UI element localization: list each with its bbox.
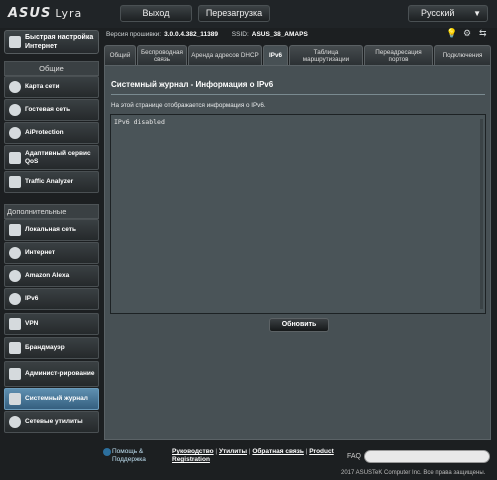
firmware-info: Версия прошивки: 3.0.0.4.382_11389 SSID: A…	[106, 31, 308, 38]
main-panel: Системный журнал - Информация о IPv6 На …	[104, 65, 491, 440]
utilities-link[interactable]: Утилиты	[219, 448, 247, 455]
copyright: 2017 ASUSTeK Computer Inc. Все права защ…	[341, 470, 486, 476]
brand-name: ASUS	[8, 6, 52, 21]
sidebar-item-label: Брандмауэр	[25, 344, 65, 351]
sidebar-item-alexa[interactable]: Amazon Alexa	[4, 265, 99, 287]
tab-port-forwarding[interactable]: Переадресация портов	[364, 45, 433, 65]
quick-setup-label: Быстрая настройка Интернет	[25, 34, 94, 50]
log-text: IPv6 disabled	[114, 118, 165, 126]
question-icon	[103, 448, 111, 456]
ipv6-icon	[9, 293, 21, 305]
sidebar-item-label: VPN	[25, 320, 39, 327]
sidebar-item-label: Гостевая сеть	[25, 106, 71, 113]
usb-icon[interactable]: ⇆	[479, 28, 487, 39]
faq-label: FAQ	[347, 453, 362, 460]
sidebar-item-label: Amazon Alexa	[25, 272, 70, 279]
administration-icon	[9, 368, 21, 380]
feedback-link[interactable]: Обратная связь	[252, 448, 304, 455]
product-registration-link-2[interactable]: Registration	[172, 456, 210, 463]
sidebar-item-system-log[interactable]: Системный журнал	[4, 388, 99, 410]
notification-icon[interactable]: 💡	[446, 28, 457, 39]
chevron-down-icon: ▼	[473, 9, 481, 18]
sidebar-item-vpn[interactable]: VPN	[4, 313, 99, 335]
firewall-icon	[9, 342, 21, 354]
tab-general[interactable]: Общий	[104, 45, 136, 65]
sidebar-item-label: IPv6	[25, 295, 39, 302]
vpn-icon	[9, 318, 21, 330]
top-bar: ASUS Lyra Выход Перезагрузка Русский ▼	[0, 0, 497, 28]
system-log-icon	[9, 393, 21, 405]
quick-setup-icon	[9, 36, 21, 48]
sidebar-item-network-map[interactable]: Карта сети	[4, 76, 99, 98]
sidebar-item-lan[interactable]: Локальная сеть	[4, 219, 99, 241]
sidebar-item-qos[interactable]: Адаптивный сервис QoS	[4, 145, 99, 170]
help-line-1: Помощь &	[112, 448, 144, 455]
footer-links: Руководство | Утилиты | Обратная связь |…	[172, 448, 334, 464]
general-header: Общие	[4, 61, 99, 76]
log-scrollbar[interactable]	[480, 119, 483, 309]
sidebar-item-label: Карта сети	[25, 83, 60, 90]
sidebar-item-label: Traffic Analyzer	[25, 178, 74, 185]
alexa-icon	[9, 270, 21, 282]
page-title: Системный журнал - Информация о IPv6	[111, 80, 274, 89]
logout-button[interactable]: Выход	[120, 5, 192, 22]
tab-dhcp-leases[interactable]: Аренда адресов DHCP	[188, 45, 262, 65]
help-support-link[interactable]: Помощь & Поддержка	[103, 448, 146, 464]
sidebar-item-aiprotection[interactable]: AiProtection	[4, 122, 99, 144]
tab-bar: Общий Беспроводная связь Аренда адресов …	[104, 45, 491, 65]
lan-icon	[9, 224, 21, 236]
advanced-header: Дополнительные настройки	[4, 204, 99, 229]
sidebar-item-label: AiProtection	[25, 129, 64, 136]
refresh-button[interactable]: Обновить	[269, 318, 329, 332]
sidebar-item-label: Админист-рирование	[25, 370, 95, 377]
link-separator: |	[215, 448, 218, 455]
ssid-label: SSID:	[231, 31, 249, 38]
guest-network-icon	[9, 104, 21, 116]
quick-setup-button[interactable]: Быстрая настройка Интернет	[4, 30, 99, 54]
reboot-button[interactable]: Перезагрузка	[198, 5, 270, 22]
language-select[interactable]: Русский ▼	[408, 5, 488, 22]
sidebar-item-label: Сетевые утилиты	[25, 418, 83, 425]
sidebar-item-firewall[interactable]: Брандмауэр	[4, 337, 99, 359]
firmware-version[interactable]: 3.0.0.4.382_11389	[164, 31, 218, 38]
aiprotection-icon	[9, 127, 21, 139]
sidebar-item-ipv6[interactable]: IPv6	[4, 288, 99, 310]
sidebar-item-label: Адаптивный сервис QoS	[25, 149, 91, 165]
firmware-label: Версия прошивки:	[106, 31, 162, 38]
tab-wireless[interactable]: Беспроводная связь	[137, 45, 187, 65]
sidebar-item-wan[interactable]: Интернет	[4, 242, 99, 264]
tab-routing-table[interactable]: Таблица маршрутизации	[289, 45, 363, 65]
tab-connections[interactable]: Подключения	[434, 45, 491, 65]
model-name: Lyra	[55, 7, 83, 20]
link-separator: |	[305, 448, 308, 455]
network-tools-icon	[9, 416, 21, 428]
product-registration-link-1[interactable]: Product	[309, 448, 334, 455]
sidebar-item-administration[interactable]: Админист-рирование	[4, 361, 99, 387]
title-divider	[111, 94, 485, 95]
tab-ipv6[interactable]: IPv6	[263, 45, 288, 65]
log-textarea[interactable]: IPv6 disabled	[110, 114, 486, 314]
language-value: Русский	[421, 8, 455, 18]
app-icon[interactable]: ⚙	[463, 28, 471, 39]
ssid-value: ASUS_38_AMAPS	[251, 31, 308, 38]
sidebar-item-label: Локальная сеть	[25, 226, 76, 233]
network-map-icon	[9, 81, 21, 93]
faq-search-input[interactable]	[364, 450, 490, 463]
sidebar-item-label: Системный журнал	[25, 395, 88, 402]
globe-icon	[9, 247, 21, 259]
sidebar-item-traffic-analyzer[interactable]: Traffic Analyzer	[4, 171, 99, 193]
sidebar-item-network-tools[interactable]: Сетевые утилиты	[4, 411, 99, 433]
traffic-analyzer-icon	[9, 176, 21, 188]
page-description: На этой странице отображается информация…	[111, 102, 266, 109]
sidebar-item-label: Интернет	[25, 249, 56, 256]
qos-icon	[9, 152, 21, 164]
help-line-2: Поддержка	[112, 456, 146, 463]
asus-logo: ASUS Lyra	[8, 6, 82, 21]
link-separator: |	[248, 448, 251, 455]
sidebar-item-guest-network[interactable]: Гостевая сеть	[4, 99, 99, 121]
manual-link[interactable]: Руководство	[172, 448, 214, 455]
